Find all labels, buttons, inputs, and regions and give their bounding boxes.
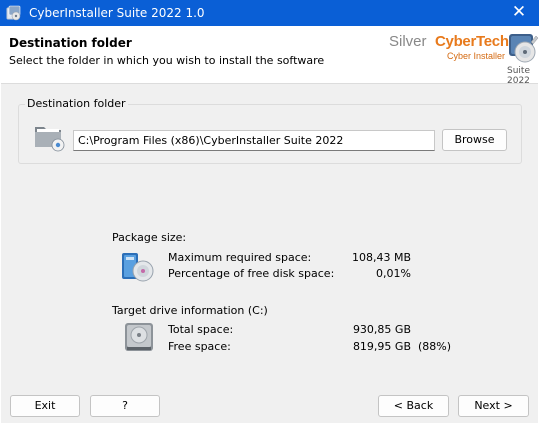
logo-brand-part2: CyberTech	[435, 33, 509, 50]
wizard-header: Destination folder Select the folder in …	[1, 26, 539, 86]
free-space-percent: (88%)	[417, 340, 451, 353]
max-required-space-value: 108,43 MB	[351, 251, 411, 264]
button-bar: Exit ? < Back Next >	[1, 387, 538, 423]
page-subtitle: Select the folder in which you wish to i…	[9, 54, 325, 67]
brand-logo: Silver CyberTech Cyber Installer Suite 2…	[389, 32, 539, 86]
total-space-label: Total space:	[168, 323, 234, 336]
close-button[interactable]: ✕	[499, 0, 539, 26]
back-button[interactable]: < Back	[378, 395, 449, 417]
total-space-value: 930,85 GB	[352, 323, 411, 336]
logo-product: Cyber Installer	[447, 51, 506, 61]
max-required-space-label: Maximum required space:	[168, 251, 312, 264]
help-button[interactable]: ?	[90, 395, 160, 417]
logo-disc-icon	[509, 34, 539, 63]
page-title: Destination folder	[9, 36, 132, 50]
close-icon: ✕	[511, 2, 527, 22]
destination-group: Destination folder C:\Program Files (x86…	[18, 97, 522, 164]
app-icon	[6, 5, 21, 21]
folder-with-disc-icon	[35, 127, 65, 152]
title-bar: CyberInstaller Suite 2022 1.0 ✕	[0, 0, 539, 26]
destination-group-label: Destination folder	[25, 97, 128, 110]
target-drive-label: Target drive information (C:)	[112, 304, 268, 317]
hard-drive-icon	[125, 323, 153, 351]
window-title: CyberInstaller Suite 2022 1.0	[29, 6, 205, 20]
next-button[interactable]: Next >	[458, 395, 529, 417]
percent-free-space-label: Percentage of free disk space:	[168, 267, 335, 280]
package-disc-icon	[122, 253, 154, 282]
browse-button[interactable]: Browse	[442, 129, 507, 151]
logo-brand-part1: Silver	[389, 33, 427, 50]
destination-path-input[interactable]: C:\Program Files (x86)\CyberInstaller Su…	[73, 130, 435, 151]
content-panel: Destination folder C:\Program Files (x86…	[1, 83, 538, 387]
exit-button[interactable]: Exit	[10, 395, 80, 417]
free-space-label: Free space:	[168, 340, 231, 353]
percent-free-space-value: 0,01%	[376, 267, 411, 280]
package-size-label: Package size:	[112, 231, 187, 244]
free-space-value: 819,95 GB	[352, 340, 411, 353]
